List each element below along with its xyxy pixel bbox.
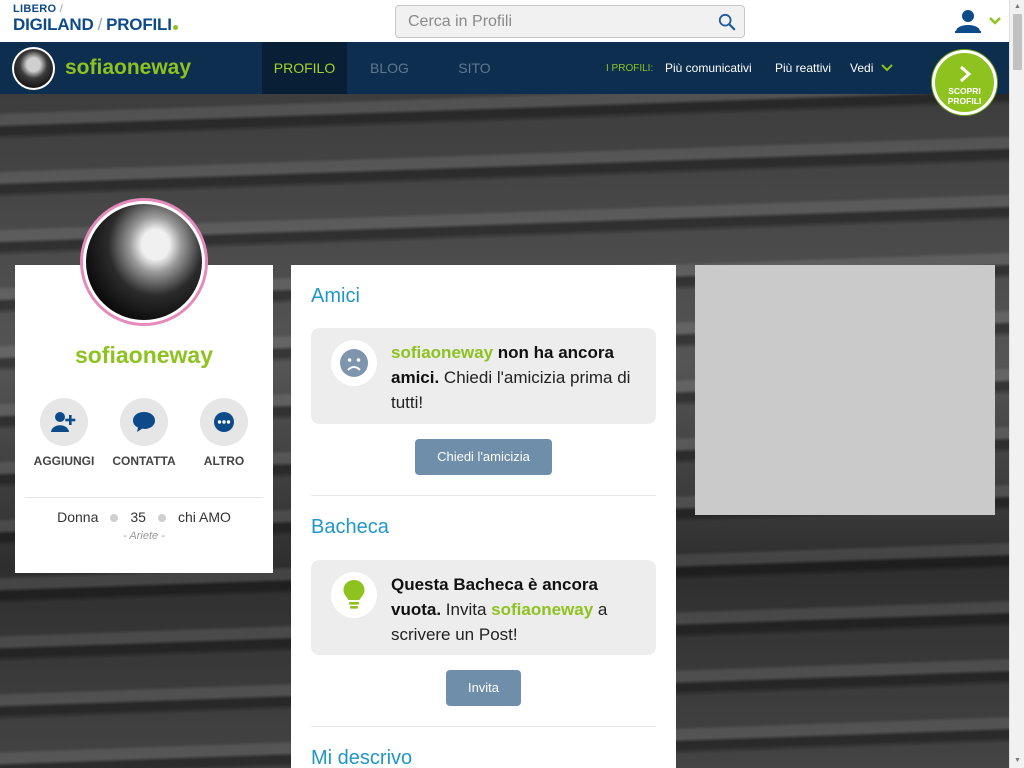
link-vedi[interactable]: Vedi: [850, 61, 893, 75]
link-piu-reattivi[interactable]: Più reattivi: [775, 61, 831, 75]
discover-line2: PROFILI: [947, 96, 982, 106]
more-icon: [214, 412, 234, 432]
action-label: CONTATTA: [112, 454, 176, 468]
action-label: AGGIUNGI: [33, 454, 95, 468]
profile-meta: Donna 35 chi AMO: [15, 509, 273, 525]
looking-for: chi AMO: [177, 509, 231, 525]
wall-notice-text: Questa Bacheca è ancora vuota. Invita so…: [391, 575, 608, 644]
wall-title: Bacheca: [311, 516, 389, 538]
logo-libero: LIBERO: [13, 3, 57, 15]
friends-notice-text: sofiaoneway non ha ancora amici. Chiedi …: [391, 343, 631, 412]
divider: [311, 495, 656, 496]
top-header: LIBERO / DIGILAND / PROFILI: [0, 0, 1009, 42]
sad-face-icon: [340, 349, 368, 377]
friends-title: Amici: [311, 285, 360, 307]
separator-dot: [110, 514, 119, 523]
age: 35: [130, 509, 146, 525]
libero-digiland-profili-logo[interactable]: LIBERO / DIGILAND / PROFILI: [13, 4, 178, 33]
search-input[interactable]: [396, 6, 696, 37]
vedi-label: Vedi: [850, 61, 874, 75]
profiles-label: I PROFILI:: [606, 63, 654, 74]
page-scrollbar[interactable]: ▲ ▼: [1009, 0, 1024, 768]
more-action[interactable]: ALTRO: [189, 398, 259, 468]
chevron-down-icon: [989, 17, 1001, 25]
main-content: Amici sofiaoneway non ha ancora amici. C…: [291, 265, 676, 768]
divider: [311, 726, 656, 727]
add-friend-action[interactable]: AGGIUNGI: [29, 398, 99, 468]
scrollbar-thumb[interactable]: [1013, 14, 1022, 70]
tab-profilo[interactable]: PROFILO: [262, 42, 347, 94]
request-friendship-button[interactable]: Chiedi l'amicizia: [415, 439, 552, 475]
user-menu[interactable]: [953, 8, 1003, 36]
chevron-down-icon: [880, 64, 893, 72]
nav-avatar[interactable]: [12, 47, 55, 90]
describe-title: Mi descrivo: [311, 747, 413, 768]
ad-placeholder: [695, 265, 995, 515]
chat-icon: [133, 412, 155, 432]
nav-username[interactable]: sofiaoneway: [65, 56, 191, 80]
search-icon[interactable]: [718, 13, 736, 31]
friends-notice: sofiaoneway non ha ancora amici. Chiedi …: [311, 328, 656, 424]
logo-dot: [172, 25, 178, 30]
profile-avatar[interactable]: [80, 198, 208, 326]
tab-blog[interactable]: BLOG: [347, 42, 432, 94]
wall-notice: Questa Bacheca è ancora vuota. Invita so…: [311, 560, 656, 655]
profile-navbar: sofiaoneway PROFILO BLOG SITO I PROFILI:…: [0, 42, 1009, 94]
lightbulb-icon: [343, 580, 365, 609]
contact-action[interactable]: CONTATTA: [109, 398, 179, 468]
action-label: ALTRO: [203, 454, 245, 468]
logo-digiland: DIGILAND: [13, 15, 94, 34]
logo-profili: PROFILI: [106, 15, 172, 34]
separator-dot: [157, 514, 166, 523]
swan-photo: [14, 49, 53, 88]
divider: [25, 497, 263, 498]
search-box: [395, 5, 745, 38]
profile-name: sofiaoneway: [74, 342, 214, 368]
tab-sito[interactable]: SITO: [432, 42, 517, 94]
discover-line1: SCOPRI: [948, 86, 981, 96]
add-user-icon: [51, 412, 76, 432]
chevron-right-icon: [959, 65, 971, 83]
gender: Donna: [57, 509, 99, 525]
friends-username-link[interactable]: sofiaoneway: [391, 343, 493, 362]
link-piu-comunicativi[interactable]: Più comunicativi: [665, 61, 752, 75]
swan-photo: [86, 204, 202, 320]
discover-profiles-button[interactable]: SCOPRI PROFILI: [932, 50, 997, 115]
scroll-up-arrow[interactable]: ▲: [1013, 2, 1022, 11]
wall-username-link[interactable]: sofiaoneway: [491, 600, 593, 619]
user-icon: [955, 10, 981, 33]
invite-button[interactable]: Invita: [446, 670, 521, 706]
scroll-down-arrow[interactable]: ▼: [1013, 756, 1022, 765]
zodiac-sign: - Ariete -: [123, 530, 165, 542]
